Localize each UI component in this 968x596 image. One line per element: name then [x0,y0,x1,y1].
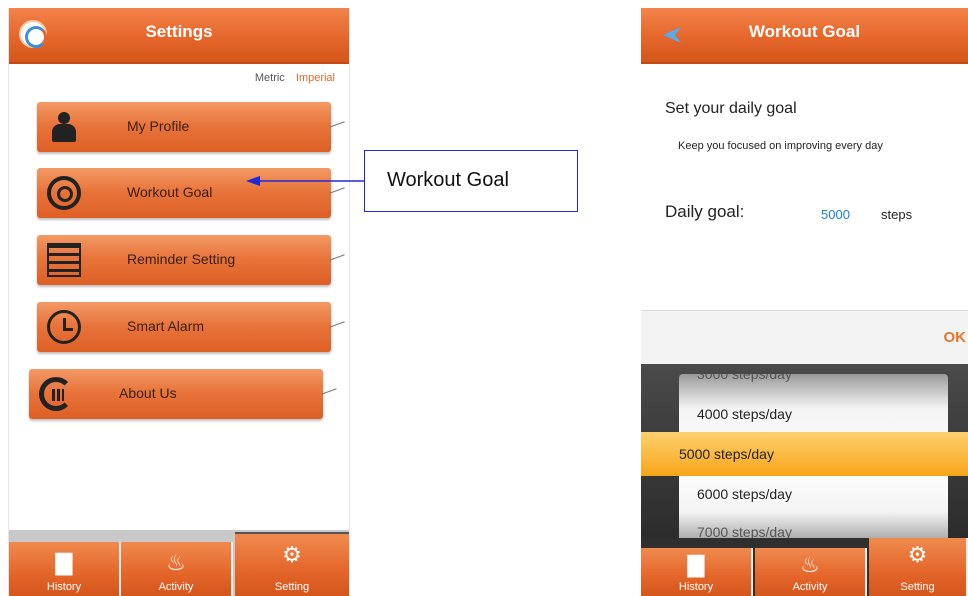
gear-icon: ⚙ [907,542,928,567]
tab-label: History [46,581,82,593]
imperial-option[interactable]: Imperial [296,72,335,84]
tab-label: Activity [158,581,194,593]
picker-option[interactable]: 4000 steps/day [697,406,792,422]
menu-label: Reminder Setting [127,251,236,267]
metric-option[interactable]: Metric [255,72,285,84]
daily-goal-value[interactable]: 5000 [821,207,850,222]
settings-header: Settings [9,8,349,64]
reminder-setting-button[interactable]: Reminder Setting [37,235,331,285]
tab-label: Activity [792,581,828,593]
tab-bar: ▇ History ♨ Activity ⚙ Setting [641,538,968,596]
tab-bar: ▇ History ♨ Activity ⚙ Setting [9,530,349,596]
settings-screen: Settings Metric Imperial My Profile Work… [8,8,350,596]
daily-goal-label: Daily goal: [665,202,745,221]
tab-setting[interactable]: ⚙ Setting [235,532,349,596]
goal-header: Workout Goal [641,8,968,64]
smart-alarm-button[interactable]: Smart Alarm [37,302,331,352]
menu-label: Smart Alarm [127,318,205,334]
callout-text: Workout Goal [387,169,509,191]
tab-history[interactable]: ▇ History [9,542,121,596]
goal-heading: Set your daily goal [665,100,797,117]
unit-toggle: Metric Imperial [255,72,335,84]
menu-label: My Profile [127,118,190,134]
daily-goal-unit: steps [881,207,913,222]
profile-icon [47,110,81,144]
flame-icon: ♨ [800,552,820,577]
tab-label: Setting [274,581,310,593]
picker-selected-row[interactable]: 5000 steps/day [641,432,968,476]
picker-option[interactable]: 6000 steps/day [697,486,792,502]
ok-button[interactable]: OK [944,329,967,346]
tab-setting[interactable]: ⚙ Setting [869,538,968,596]
alarm-clock-icon [47,310,81,344]
about-us-button[interactable]: About Us [29,369,323,419]
tab-label: History [678,581,714,593]
checklist-icon [47,243,81,277]
picker-option[interactable]: 3000 steps/day [697,374,792,382]
tab-activity[interactable]: ♨ Activity [755,548,867,596]
picker-toolbar: OK [641,310,968,364]
tab-label: Setting [900,581,935,593]
target-icon [47,176,81,210]
flame-icon: ♨ [166,550,186,575]
tab-activity[interactable]: ♨ Activity [121,542,233,596]
bar-chart-icon: ▇ [687,552,705,577]
goal-subtitle: Keep you focused on improving every day [678,140,883,152]
menu-label: About Us [119,385,177,401]
annotation-callout: Workout Goal [364,150,578,212]
bar-chart-icon: ▇ [55,550,73,575]
tab-history[interactable]: ▇ History [641,548,753,596]
about-logo-icon [39,377,73,411]
page-title: Workout Goal [748,22,861,41]
gear-icon: ⚙ [282,542,302,567]
callout-arrow [246,176,364,186]
my-profile-button[interactable]: My Profile [37,102,331,152]
page-title: Settings [145,22,213,41]
menu-label: Workout Goal [127,184,213,200]
workout-goal-screen: Workout Goal Set your daily goal Keep yo… [641,8,968,596]
picker-selected-option: 5000 steps/day [679,446,774,462]
